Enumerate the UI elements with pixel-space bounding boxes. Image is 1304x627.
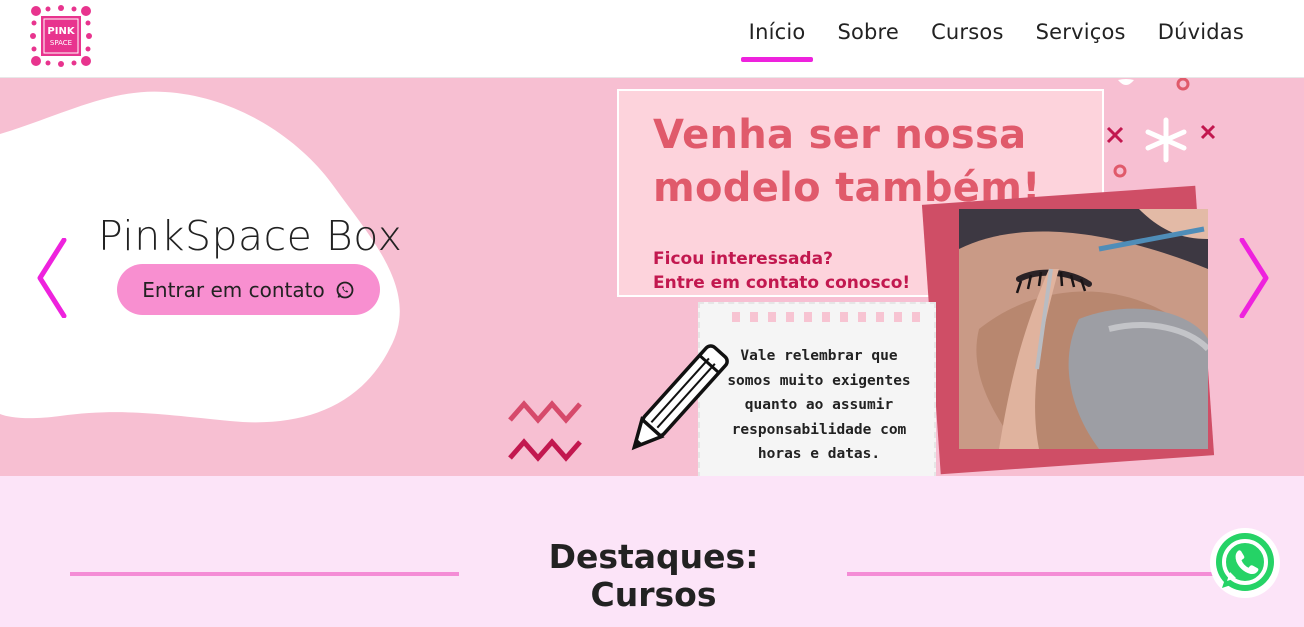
promo-headline-line1: Venha ser nossa xyxy=(653,112,1027,158)
highlights-section: Destaques: Cursos xyxy=(0,476,1304,627)
nav-item-inicio[interactable]: Início xyxy=(733,18,822,62)
section-title: Destaques: Cursos xyxy=(500,538,807,614)
hero-title: PinkSpace Box xyxy=(98,212,403,260)
divider-right xyxy=(847,572,1217,576)
note-tape-dots xyxy=(732,312,920,322)
section-title-line1: Destaques: xyxy=(548,537,759,576)
nav-item-sobre[interactable]: Sobre xyxy=(821,18,915,62)
contact-button[interactable]: Entrar em contato xyxy=(117,264,380,315)
pencil-icon xyxy=(631,344,729,451)
zigzag-doodle xyxy=(508,400,582,462)
main-menu: Início Sobre Cursos Serviços Dúvidas xyxy=(733,18,1260,62)
pinkspace-logo[interactable]: PINK SPACE xyxy=(30,5,92,67)
divider-left xyxy=(70,572,459,576)
nav-item-servicos[interactable]: Serviços xyxy=(1020,18,1142,62)
svg-text:SPACE: SPACE xyxy=(50,39,72,47)
carousel-next-arrow-icon[interactable] xyxy=(1238,238,1270,318)
nav-item-cursos[interactable]: Cursos xyxy=(915,18,1020,62)
section-title-line2: Cursos xyxy=(590,575,717,614)
carousel-prev-arrow-icon[interactable] xyxy=(36,238,68,318)
promo-headline: Venha ser nossa modelo também! xyxy=(653,109,1041,215)
promo-subtext: Ficou interessada? Entre em contato cono… xyxy=(653,247,910,295)
promo-subtext-line2: Entre em contato conosco! xyxy=(653,273,911,293)
hero-carousel: PinkSpace Box Entrar em contato Venha se… xyxy=(0,78,1304,476)
contact-button-label: Entrar em contato xyxy=(142,277,325,302)
top-navbar: PINK SPACE Início Sobre Cursos Serviços … xyxy=(0,0,1304,78)
nav-item-duvidas[interactable]: Dúvidas xyxy=(1142,18,1260,62)
whatsapp-icon xyxy=(336,281,354,298)
svg-text:PINK: PINK xyxy=(47,26,75,37)
eyelash-extension-photo xyxy=(959,209,1208,449)
whatsapp-float-button-icon[interactable] xyxy=(1208,526,1282,600)
promo-subtext-line1: Ficou interessada? xyxy=(653,249,833,269)
